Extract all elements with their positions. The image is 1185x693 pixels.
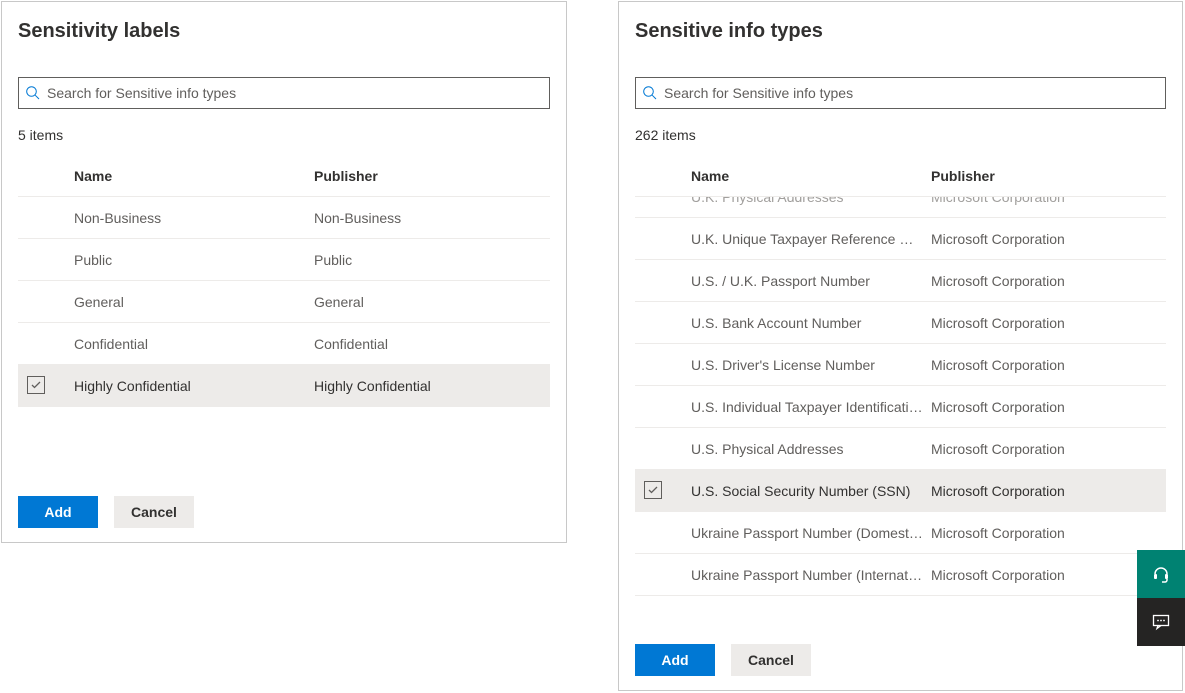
row-publisher: Microsoft Corporation — [931, 441, 1166, 457]
table-row[interactable]: PublicPublic — [18, 239, 550, 281]
table: Name Publisher Non-BusinessNon-BusinessP… — [2, 155, 566, 407]
col-publisher[interactable]: Publisher — [314, 168, 550, 184]
row-name: U.S. Driver's License Number — [691, 357, 931, 373]
item-count: 5 items — [2, 109, 566, 155]
row-name: U.K. Unique Taxpayer Reference Number — [691, 231, 931, 247]
search-input[interactable] — [658, 85, 1159, 101]
table: Name Publisher U.K. Physical AddressesMi… — [635, 155, 1166, 619]
row-name: Highly Confidential — [74, 378, 314, 394]
row-name: Public — [74, 252, 314, 268]
search-icon — [25, 85, 41, 101]
table-header: Name Publisher — [635, 155, 1166, 197]
row-publisher: Microsoft Corporation — [931, 315, 1166, 331]
table-row[interactable]: Ukraine Passport Number (International)M… — [635, 554, 1166, 596]
col-publisher[interactable]: Publisher — [931, 168, 1166, 184]
table-row[interactable]: Ukraine Passport Number (Domestic)Micros… — [635, 512, 1166, 554]
row-name: Non-Business — [74, 210, 314, 226]
chat-icon — [1151, 612, 1171, 632]
search-icon — [642, 85, 658, 101]
row-name: U.K. Physical Addresses — [691, 197, 931, 205]
search-input[interactable] — [41, 85, 543, 101]
row-publisher: Microsoft Corporation — [931, 483, 1166, 499]
sensitive-info-types-panel: Sensitive info types 262 items Name Publ… — [618, 1, 1183, 691]
panel-title: Sensitive info types — [619, 2, 1182, 43]
table-row[interactable]: Non-BusinessNon-Business — [18, 197, 550, 239]
table-row[interactable]: U.K. Physical AddressesMicrosoft Corpora… — [635, 197, 1166, 218]
row-name: Confidential — [74, 336, 314, 352]
table-row[interactable]: Highly ConfidentialHighly Confidential — [18, 365, 550, 407]
table-row[interactable]: U.S. / U.K. Passport NumberMicrosoft Cor… — [635, 260, 1166, 302]
row-name: U.S. Social Security Number (SSN) — [691, 483, 931, 499]
row-publisher: Microsoft Corporation — [931, 197, 1166, 205]
table-row[interactable]: U.K. Unique Taxpayer Reference NumberMic… — [635, 218, 1166, 260]
table-row[interactable]: ConfidentialConfidential — [18, 323, 550, 365]
table-row[interactable]: U.S. Individual Taxpayer Identification … — [635, 386, 1166, 428]
checkbox[interactable] — [644, 481, 662, 499]
table-row[interactable]: U.S. Physical AddressesMicrosoft Corpora… — [635, 428, 1166, 470]
headset-icon — [1151, 564, 1171, 584]
row-name: U.S. / U.K. Passport Number — [691, 273, 931, 289]
button-row: Add Cancel — [619, 644, 827, 676]
checkbox[interactable] — [27, 376, 45, 394]
row-name: U.S. Individual Taxpayer Identification … — [691, 399, 931, 415]
cancel-button[interactable]: Cancel — [731, 644, 811, 676]
table-row[interactable]: GeneralGeneral — [18, 281, 550, 323]
row-name: General — [74, 294, 314, 310]
add-button[interactable]: Add — [635, 644, 715, 676]
table-row[interactable]: U.S. Bank Account NumberMicrosoft Corpor… — [635, 302, 1166, 344]
cancel-button[interactable]: Cancel — [114, 496, 194, 528]
row-name: U.S. Physical Addresses — [691, 441, 931, 457]
table-header: Name Publisher — [18, 155, 550, 197]
search-box[interactable] — [18, 77, 550, 109]
row-name: Ukraine Passport Number (Domestic) — [691, 525, 931, 541]
row-publisher: Highly Confidential — [314, 378, 550, 394]
table-row[interactable]: U.S. Social Security Number (SSN)Microso… — [635, 470, 1166, 512]
row-name: Ukraine Passport Number (International) — [691, 567, 931, 583]
row-publisher: Confidential — [314, 336, 550, 352]
row-publisher: Microsoft Corporation — [931, 525, 1166, 541]
row-publisher: Microsoft Corporation — [931, 231, 1166, 247]
row-name: U.S. Bank Account Number — [691, 315, 931, 331]
row-publisher: Microsoft Corporation — [931, 273, 1166, 289]
help-button[interactable] — [1137, 550, 1185, 598]
search-box[interactable] — [635, 77, 1166, 109]
col-name[interactable]: Name — [74, 168, 314, 184]
sensitivity-labels-panel: Sensitivity labels 5 items Name Publishe… — [1, 1, 567, 543]
table-row[interactable]: U.S. Driver's License NumberMicrosoft Co… — [635, 344, 1166, 386]
feedback-button[interactable] — [1137, 598, 1185, 646]
row-publisher: Non-Business — [314, 210, 550, 226]
row-publisher: Microsoft Corporation — [931, 399, 1166, 415]
button-row: Add Cancel — [2, 496, 210, 528]
col-name[interactable]: Name — [691, 168, 931, 184]
row-publisher: Microsoft Corporation — [931, 357, 1166, 373]
item-count: 262 items — [619, 109, 1182, 155]
row-publisher: Public — [314, 252, 550, 268]
panel-title: Sensitivity labels — [2, 2, 566, 43]
add-button[interactable]: Add — [18, 496, 98, 528]
row-publisher: Microsoft Corporation — [931, 567, 1166, 583]
row-publisher: General — [314, 294, 550, 310]
